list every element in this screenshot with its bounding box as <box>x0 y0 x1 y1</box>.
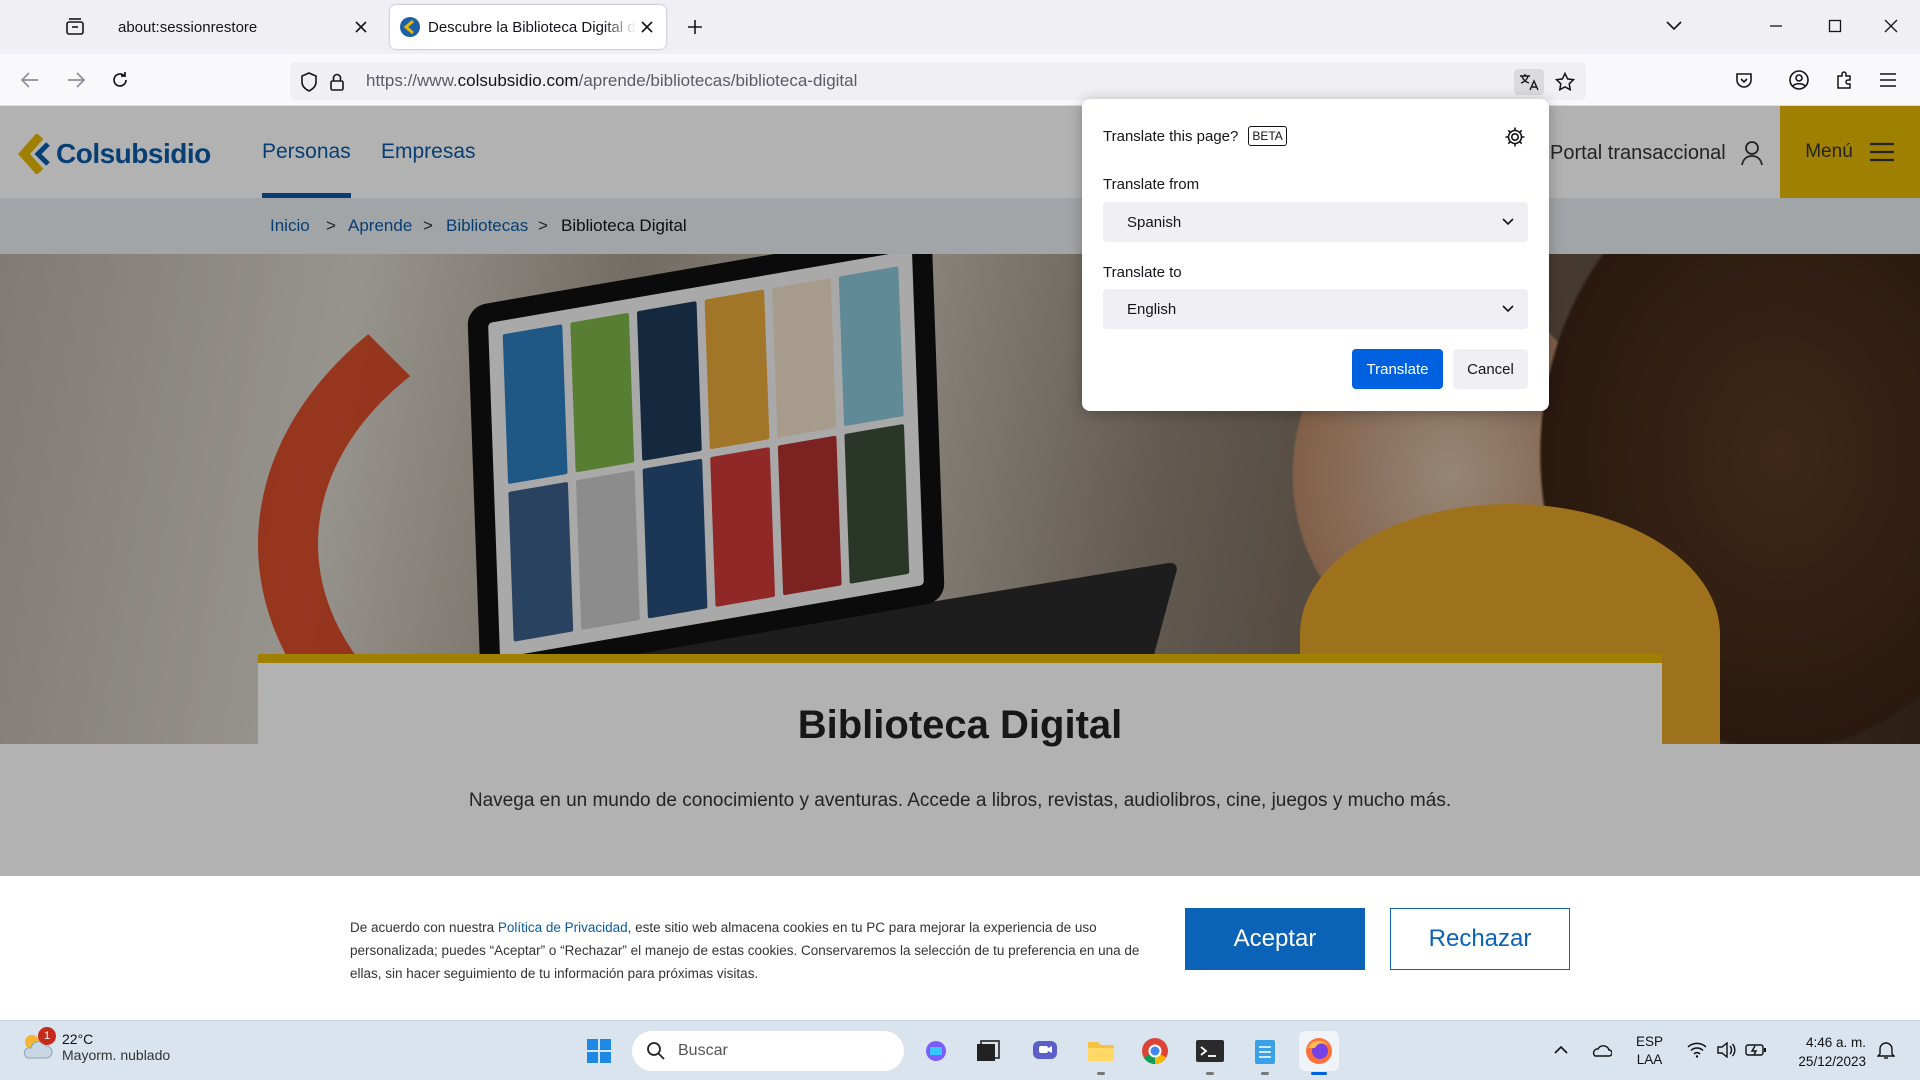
weather-badge: 1 <box>38 1027 56 1045</box>
new-tab-button[interactable] <box>680 12 710 42</box>
list-all-tabs-button[interactable] <box>1654 8 1694 44</box>
firefox-view-icon <box>66 18 84 35</box>
chrome-app[interactable] <box>1135 1031 1175 1071</box>
bookmark-star-icon[interactable] <box>1552 69 1578 95</box>
arrow-right-icon <box>68 72 86 88</box>
task-view-app[interactable] <box>968 1031 1008 1071</box>
puzzle-icon <box>1837 71 1851 89</box>
minimize-button[interactable] <box>1756 8 1796 44</box>
extensions-button[interactable] <box>1828 64 1860 96</box>
close-tab-icon[interactable] <box>636 16 658 38</box>
close-window-button[interactable] <box>1871 8 1911 44</box>
translate-panel-header: Translate this page? BETA <box>1103 126 1287 146</box>
close-tab-icon[interactable] <box>350 16 372 38</box>
terminal-app[interactable] <box>1190 1031 1230 1075</box>
show-hidden-icons-button[interactable] <box>1550 1039 1572 1061</box>
firefox-view-button[interactable] <box>58 12 92 42</box>
maximize-icon <box>1828 19 1842 33</box>
account-button[interactable] <box>1783 64 1815 96</box>
tab-title: Descubre la Biblioteca Digital de Colsub… <box>428 18 636 36</box>
cancel-button[interactable]: Cancel <box>1453 349 1528 389</box>
chevron-down-icon <box>1502 305 1514 313</box>
tab-bar: about:sessionrestore Descubre la Bibliot… <box>0 0 1920 54</box>
cookie-banner: De acuerdo con nuestra Política de Priva… <box>0 876 1920 1020</box>
pocket-icon <box>1736 73 1752 88</box>
taskbar-search[interactable]: Buscar <box>632 1031 904 1071</box>
url-bar[interactable]: https://www.colsubsidio.com/aprende/bibl… <box>290 62 1586 100</box>
tab-biblioteca-digital[interactable]: Descubre la Biblioteca Digital de Colsub… <box>390 5 666 49</box>
copilot-icon <box>926 1041 946 1061</box>
task-view-icon <box>977 1040 1000 1061</box>
plus-icon <box>688 20 702 34</box>
arrow-left-icon <box>20 72 38 88</box>
forward-button[interactable] <box>60 64 92 96</box>
notification-bell-icon[interactable] <box>1875 1039 1897 1061</box>
clock-date: 25/12/2023 <box>1798 1054 1866 1069</box>
accept-cookies-button[interactable]: Aceptar <box>1185 908 1365 970</box>
notepad-icon <box>1255 1040 1275 1064</box>
clock-time: 4:46 a. m. <box>1805 1035 1866 1050</box>
search-placeholder: Buscar <box>678 1042 728 1059</box>
cookie-text: De acuerdo con nuestra Política de Priva… <box>350 920 1140 981</box>
translate-from-select[interactable]: Spanish <box>1103 202 1528 242</box>
tab-session-restore[interactable]: about:sessionrestore <box>104 5 380 49</box>
onedrive-icon[interactable] <box>1590 1039 1612 1061</box>
translate-to-value: English <box>1127 300 1177 318</box>
reload-button[interactable] <box>104 64 136 96</box>
firefox-icon <box>1306 1038 1332 1064</box>
beta-badge: BETA <box>1248 126 1287 146</box>
weather-temperature: 22°C <box>62 1031 94 1047</box>
translate-panel: Translate this page? BETA Translate from… <box>1082 99 1549 411</box>
translate-panel-title: Translate this page? <box>1103 127 1239 145</box>
weather-description: Mayorm. nublado <box>62 1047 171 1063</box>
copilot-app[interactable] <box>916 1031 956 1071</box>
windows-logo-icon <box>587 1039 611 1063</box>
clock[interactable]: 4:46 a. m. 25/12/2023 <box>1780 1033 1866 1071</box>
back-button[interactable] <box>14 64 46 96</box>
windows-taskbar: 1 22°C Mayorm. nublado Buscar ESP LAA 4:… <box>0 1020 1920 1080</box>
colsubsidio-favicon-icon <box>400 17 420 37</box>
reject-cookies-button[interactable]: Rechazar <box>1390 908 1570 970</box>
translate-to-select[interactable]: English <box>1103 289 1528 329</box>
chevron-down-icon <box>1666 21 1682 31</box>
url-text[interactable]: https://www.colsubsidio.com/aprende/bibl… <box>366 71 857 91</box>
minimize-icon <box>1770 25 1782 27</box>
tab-title: about:sessionrestore <box>118 18 258 36</box>
app-menu-button[interactable] <box>1872 64 1904 96</box>
wifi-icon[interactable] <box>1686 1039 1708 1061</box>
translate-from-value: Spanish <box>1127 213 1182 231</box>
weather-widget[interactable]: 1 22°C Mayorm. nublado <box>20 1027 171 1063</box>
input-language-indicator[interactable]: ESP LAA <box>1636 1033 1663 1069</box>
terminal-icon <box>1196 1040 1224 1062</box>
notepad-app[interactable] <box>1245 1031 1285 1075</box>
lock-icon[interactable] <box>324 69 350 95</box>
web-page: Colsubsidio Personas Empresas Portal tra… <box>0 106 1920 1020</box>
start-button[interactable] <box>579 1031 619 1071</box>
hamburger-icon <box>1880 73 1896 87</box>
reload-icon <box>113 72 127 87</box>
translate-button[interactable]: Translate <box>1352 349 1443 389</box>
teams-app[interactable] <box>1025 1031 1065 1071</box>
tracking-protection-shield-icon[interactable] <box>296 69 322 95</box>
settings-gear-icon[interactable] <box>1503 125 1527 149</box>
chevron-down-icon <box>1502 218 1514 226</box>
translate-to-label: Translate to <box>1103 264 1182 281</box>
maximize-button[interactable] <box>1815 8 1855 44</box>
file-explorer-app[interactable] <box>1081 1031 1121 1075</box>
chevron-up-icon <box>1554 1045 1568 1054</box>
chrome-icon <box>1142 1038 1168 1065</box>
search-icon <box>647 1042 665 1060</box>
translate-from-label: Translate from <box>1103 176 1200 193</box>
battery-icon[interactable] <box>1745 1039 1767 1061</box>
privacy-policy-link[interactable]: Política de Privacidad <box>498 920 628 935</box>
volume-icon[interactable] <box>1715 1039 1737 1061</box>
folder-icon <box>1088 1042 1114 1061</box>
translate-icon[interactable] <box>1514 69 1544 95</box>
close-icon <box>1884 19 1898 33</box>
page-dim-overlay <box>0 106 1920 876</box>
teams-chat-icon <box>1033 1041 1057 1059</box>
firefox-app[interactable] <box>1299 1031 1339 1075</box>
account-icon <box>1789 70 1809 90</box>
pocket-button[interactable] <box>1728 64 1760 96</box>
